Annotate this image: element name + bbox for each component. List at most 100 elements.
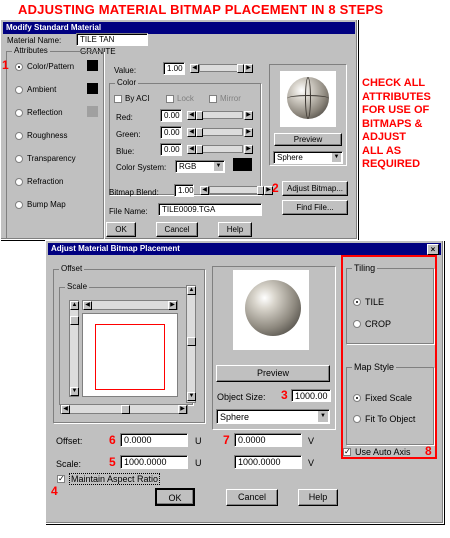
blend-slider-track[interactable] <box>209 186 262 194</box>
maintain-aspect-checkbox[interactable]: ✓ <box>57 475 65 483</box>
radio-color-pattern[interactable] <box>15 63 23 71</box>
adjust-ok-button[interactable]: OK <box>155 488 195 506</box>
radio-fit-to-object[interactable] <box>353 415 361 423</box>
blue-slider-thumb[interactable] <box>196 145 203 154</box>
radio-tile[interactable] <box>353 298 361 306</box>
attr-label-color-pattern: Color/Pattern <box>27 62 75 71</box>
preview-shape-value: Sphere <box>277 153 303 162</box>
scale-h-scrollbar[interactable] <box>82 300 178 310</box>
offset-h-thumb[interactable] <box>121 405 130 414</box>
scale-v-thumb[interactable] <box>70 316 79 325</box>
scale-h-right[interactable]: ▶ <box>168 301 177 310</box>
value-slider-thumb[interactable] <box>237 64 244 73</box>
offset-v-down[interactable]: ▼ <box>187 392 196 401</box>
ok-button[interactable]: OK <box>106 222 136 237</box>
bitmap-blend-field[interactable]: 1.00 <box>174 184 194 197</box>
radio-reflection[interactable] <box>15 109 23 117</box>
close-icon[interactable]: × <box>427 244 439 255</box>
object-size-field[interactable]: 1000.00 <box>291 389 331 402</box>
attr-label-refraction: Refraction <box>27 177 64 186</box>
offset-row-label: Offset: <box>56 436 83 446</box>
attr-label-bump-map: Bump Map <box>27 200 66 209</box>
red-slider-track[interactable] <box>196 111 243 119</box>
attr-label-reflection: Reflection <box>27 108 63 117</box>
by-aci-label: By ACI <box>125 94 150 103</box>
green-slider-track[interactable] <box>196 128 243 136</box>
sphere-preview <box>245 280 301 336</box>
green-slider-left[interactable]: ◀ <box>187 128 196 137</box>
radio-crop[interactable] <box>353 320 361 328</box>
scale-u-field[interactable]: 1000.0000 <box>120 455 188 469</box>
scale-v-down[interactable]: ▼ <box>70 387 79 396</box>
map-style-group: Map Style <box>346 362 434 445</box>
green-slider-thumb[interactable] <box>196 128 203 137</box>
tiling-group: Tiling <box>346 263 434 344</box>
radio-refraction[interactable] <box>15 178 23 186</box>
radio-bump-map[interactable] <box>15 201 23 209</box>
blue-slider-right[interactable]: ▶ <box>244 145 253 154</box>
attr-label-transparency: Transparency <box>27 154 76 163</box>
value-slider-left[interactable]: ◀ <box>190 64 199 73</box>
fixed-scale-label: Fixed Scale <box>365 393 413 403</box>
help-button[interactable]: Help <box>218 222 252 237</box>
value-field[interactable]: 1.00 <box>163 62 185 75</box>
maintain-aspect-label: Maintain Aspect Ratio <box>69 473 161 485</box>
adjust-help-button[interactable]: Help <box>298 489 338 506</box>
offset-v-thumb[interactable] <box>187 337 196 346</box>
find-file-button[interactable]: Find File... <box>282 200 348 215</box>
radio-transparency[interactable] <box>15 155 23 163</box>
green-slider-right[interactable]: ▶ <box>244 128 253 137</box>
bitmap-map-area[interactable] <box>82 313 178 397</box>
scale-v-scrollbar[interactable] <box>69 300 79 397</box>
preview-button[interactable]: Preview <box>274 133 342 146</box>
offset-u-field[interactable]: 0.0000 <box>120 433 188 447</box>
red-slider-right[interactable]: ▶ <box>244 111 253 120</box>
radio-fixed-scale[interactable] <box>353 394 361 402</box>
offset-h-left[interactable]: ◀ <box>61 405 70 414</box>
blue-field[interactable]: 0.00 <box>160 143 182 156</box>
scale-h-left[interactable]: ◀ <box>83 301 92 310</box>
ambient-swatch <box>87 83 98 94</box>
material-name-field[interactable]: TILE TAN GRANITE <box>76 33 148 56</box>
scale-v-up[interactable]: ▲ <box>70 301 79 310</box>
blue-slider-left[interactable]: ◀ <box>187 145 196 154</box>
scale-v-field[interactable]: 1000.0000 <box>234 455 302 469</box>
color-system-select[interactable]: RGB ▼ <box>175 160 225 173</box>
blue-slider-track[interactable] <box>196 145 243 153</box>
blend-slider-thumb[interactable] <box>257 186 264 195</box>
value-slider-right[interactable]: ▶ <box>244 64 253 73</box>
radio-roughness[interactable] <box>15 132 23 140</box>
red-slider-left[interactable]: ◀ <box>187 111 196 120</box>
fit-to-object-label: Fit To Object <box>365 414 416 424</box>
adjust-bitmap-button[interactable]: Adjust Bitmap... <box>282 181 348 196</box>
side-note-line: ADJUST <box>362 131 407 143</box>
adjust-cancel-button[interactable]: Cancel <box>226 489 278 506</box>
lock-checkbox[interactable] <box>166 95 174 103</box>
adjust-shape-select[interactable]: Sphere ▼ <box>216 409 330 424</box>
modify-dialog-title: Modify Standard Material <box>6 23 102 32</box>
red-slider-thumb[interactable] <box>196 111 203 120</box>
cancel-button[interactable]: Cancel <box>156 222 198 237</box>
by-aci-checkbox[interactable] <box>114 95 122 103</box>
step-2-marker: 2 <box>272 181 279 195</box>
blend-slider-left[interactable]: ◀ <box>200 186 209 195</box>
offset-h-right[interactable]: ▶ <box>178 405 187 414</box>
lock-label: Lock <box>177 94 194 103</box>
chevron-down-icon: ▼ <box>332 153 341 162</box>
preview-shape-select[interactable]: Sphere ▼ <box>273 151 343 164</box>
red-field[interactable]: 0.00 <box>160 109 182 122</box>
adjust-bitmap-dialog: Adjust Material Bitmap Placement × Offse… <box>45 240 444 524</box>
radio-ambient[interactable] <box>15 86 23 94</box>
blue-label: Blue: <box>116 147 135 156</box>
use-auto-axis-checkbox[interactable]: ✓ <box>343 448 351 456</box>
green-field[interactable]: 0.00 <box>160 126 182 139</box>
adjust-shape-value: Sphere <box>220 412 250 422</box>
adjust-dialog-titlebar: Adjust Material Bitmap Placement × <box>48 243 441 255</box>
offset-v-field[interactable]: 0.0000 <box>234 433 302 447</box>
offset-v-up[interactable]: ▲ <box>187 286 196 295</box>
green-label: Green: <box>116 130 141 139</box>
file-name-field[interactable]: TILE0009.TGA <box>158 203 262 216</box>
side-note-line: ATTRIBUTES <box>362 90 431 103</box>
mirror-checkbox[interactable] <box>209 95 217 103</box>
adjust-preview-button[interactable]: Preview <box>216 365 330 382</box>
